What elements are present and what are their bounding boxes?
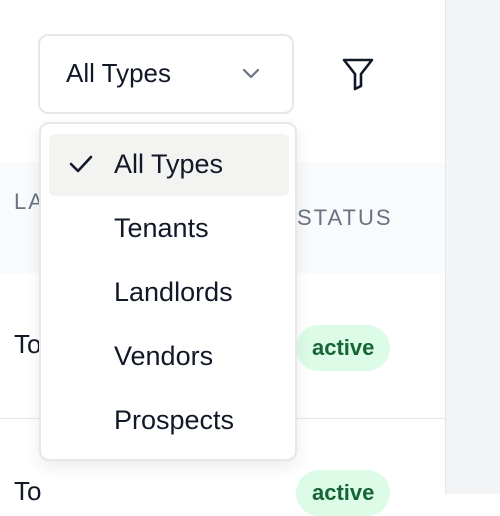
option-label: Tenants bbox=[114, 213, 209, 243]
option-prospects[interactable]: Prospects bbox=[49, 390, 289, 452]
check-icon bbox=[69, 155, 93, 173]
option-vendors[interactable]: Vendors bbox=[49, 326, 289, 388]
last-contact-cell: Today bbox=[14, 476, 42, 506]
option-all-types[interactable]: All Types bbox=[49, 134, 289, 196]
filter-icon[interactable] bbox=[338, 54, 378, 94]
right-panel-edge bbox=[445, 0, 500, 494]
chevron-down-icon bbox=[242, 68, 260, 79]
type-filter-select[interactable]: All Types bbox=[38, 34, 294, 114]
option-label: Prospects bbox=[114, 405, 235, 435]
option-landlords[interactable]: Landlords bbox=[49, 262, 289, 324]
status-badge: active bbox=[296, 325, 391, 371]
option-label: All Types bbox=[114, 149, 224, 179]
column-header-status: STATUS bbox=[297, 205, 393, 230]
last-contact-cell: Today bbox=[14, 329, 42, 359]
option-label: Landlords bbox=[114, 277, 233, 307]
option-tenants[interactable]: Tenants bbox=[49, 198, 289, 260]
status-badge: active bbox=[296, 470, 391, 516]
type-filter-value: All Types bbox=[66, 58, 172, 88]
option-label: Vendors bbox=[114, 341, 214, 371]
type-filter-dropdown: All Types Tenants Landlords Vendors Pros… bbox=[39, 122, 297, 461]
